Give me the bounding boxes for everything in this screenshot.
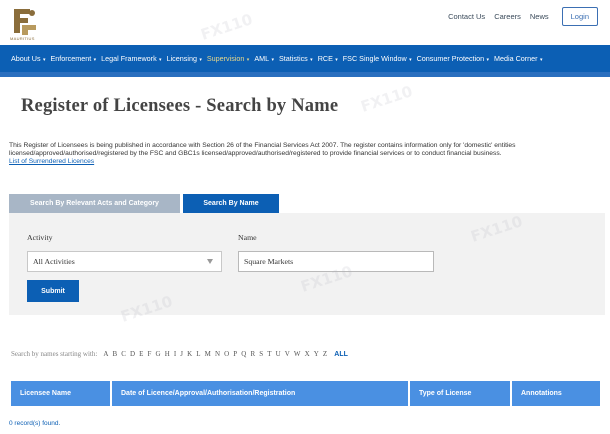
nav-item-rce[interactable]: RCE ▾ [318, 54, 338, 63]
surrendered-licences-link[interactable]: List of Surrendered Licences [9, 158, 605, 166]
letter-w-link[interactable]: W [294, 350, 301, 358]
letter-a-link[interactable]: A [103, 350, 108, 358]
letter-q-link[interactable]: Q [241, 350, 246, 358]
col-date-of-licence[interactable]: Date of Licence/Approval/Authorisation/R… [112, 381, 408, 406]
nav-item-label: Enforcement [50, 54, 92, 63]
nav-item-fsc-single-window[interactable]: FSC Single Window ▾ [343, 54, 412, 63]
nav-item-label: RCE [317, 54, 333, 63]
letter-u-link[interactable]: U [276, 350, 281, 358]
search-tabs: Search By Relevant Acts and Category Sea… [9, 194, 279, 213]
letter-b-link[interactable]: B [112, 350, 117, 358]
caret-down-icon: ▾ [407, 57, 412, 63]
caret-down-icon: ▾ [41, 57, 46, 63]
caret-down-icon: ▾ [308, 57, 313, 63]
top-links: Contact Us Careers News Login [439, 7, 598, 26]
caret-down-icon: ▾ [270, 57, 275, 63]
nav-item-media-corner[interactable]: Media Corner ▾ [494, 54, 542, 63]
logo-text: MAURITIUS [10, 36, 35, 41]
activity-select-value: All Activities [33, 257, 75, 266]
col-type-of-license[interactable]: Type of License [410, 381, 510, 406]
letter-e-link[interactable]: E [139, 350, 143, 358]
nav-item-label: FSC Single Window [342, 54, 407, 63]
tab-search-by-acts[interactable]: Search By Relevant Acts and Category [9, 194, 180, 213]
page-title: Register of Licensees - Search by Name [21, 96, 339, 116]
letter-g-link[interactable]: G [156, 350, 161, 358]
letter-m-link[interactable]: M [205, 350, 211, 358]
letter-all-link[interactable]: ALL [334, 351, 348, 358]
login-button[interactable]: Login [561, 7, 598, 26]
letter-z-link[interactable]: Z [323, 350, 327, 358]
results-table-header: Licensee Name Date of Licence/Approval/A… [11, 381, 602, 406]
breadcrumb-strip [0, 72, 610, 77]
letter-c-link[interactable]: C [121, 350, 126, 358]
letter-i-link[interactable]: I [174, 350, 176, 358]
careers-link[interactable]: Careers [494, 12, 521, 21]
name-input[interactable]: Square Markets [238, 251, 434, 272]
contact-us-link[interactable]: Contact Us [448, 12, 485, 21]
nav-item-label: Supervision [206, 54, 245, 63]
letter-n-link[interactable]: N [215, 350, 220, 358]
nav-item-label: Statistics [279, 54, 308, 63]
nav-item-statistics[interactable]: Statistics ▾ [279, 54, 313, 63]
name-label: Name [238, 233, 257, 242]
nav-item-about-us[interactable]: About Us ▾ [11, 54, 45, 63]
activity-label: Activity [27, 233, 53, 242]
letter-p-link[interactable]: P [233, 350, 237, 358]
fsc-logo-icon[interactable] [10, 5, 38, 39]
letter-x-link[interactable]: X [305, 350, 310, 358]
caret-down-icon: ▾ [197, 57, 202, 63]
nav-item-legal-framework[interactable]: Legal Framework ▾ [101, 54, 161, 63]
tab-search-by-name[interactable]: Search By Name [183, 194, 279, 213]
letter-f-link[interactable]: F [148, 350, 152, 358]
letter-j-link[interactable]: J [180, 350, 183, 358]
caret-down-icon: ▾ [92, 57, 97, 63]
caret-down-icon: ▾ [538, 57, 543, 63]
nav-item-label: AML [254, 54, 270, 63]
alphabet-prefix: Search by names starting with: [11, 350, 98, 358]
intro-paragraph: This Register of Licensees is being publ… [9, 142, 516, 158]
search-form-panel: Activity Name All Activities Square Mark… [9, 213, 605, 315]
letter-y-link[interactable]: Y [314, 350, 319, 358]
caret-down-icon: ▾ [333, 57, 338, 63]
caret-down-icon: ▾ [245, 57, 250, 63]
dropdown-arrow-icon [207, 259, 213, 264]
nav-item-label: Legal Framework [101, 54, 157, 63]
nav-item-supervision[interactable]: Supervision ▾ [207, 54, 249, 63]
letter-r-link[interactable]: R [250, 350, 255, 358]
col-licensee-name[interactable]: Licensee Name [11, 381, 110, 406]
news-link[interactable]: News [530, 12, 549, 21]
nav-item-aml[interactable]: AML ▾ [254, 54, 274, 63]
nav-item-consumer-protection[interactable]: Consumer Protection ▾ [417, 54, 489, 63]
letter-d-link[interactable]: D [130, 350, 135, 358]
records-count: 0 record(s) found. [9, 420, 61, 427]
letter-v-link[interactable]: V [285, 350, 290, 358]
nav-item-label: Media Corner [494, 54, 538, 63]
alphabet-filter: Search by names starting with: ABCDEFGHI… [11, 350, 348, 358]
letter-l-link[interactable]: L [196, 350, 200, 358]
col-annotations[interactable]: Annotations [512, 381, 600, 406]
intro-text: This Register of Licensees is being publ… [9, 142, 605, 167]
nav-item-enforcement[interactable]: Enforcement ▾ [50, 54, 96, 63]
caret-down-icon: ▾ [157, 57, 162, 63]
letter-o-link[interactable]: O [224, 350, 229, 358]
letter-h-link[interactable]: H [165, 350, 170, 358]
top-header: MAURITIUS Contact Us Careers News Login [0, 0, 610, 44]
nav-item-label: Licensing [166, 54, 197, 63]
letter-k-link[interactable]: K [187, 350, 192, 358]
letter-t-link[interactable]: T [267, 350, 271, 358]
nav-item-licensing[interactable]: Licensing ▾ [167, 54, 202, 63]
nav-item-label: Consumer Protection [416, 54, 485, 63]
caret-down-icon: ▾ [485, 57, 490, 63]
watermark: FX110 [358, 82, 415, 116]
submit-button[interactable]: Submit [27, 280, 79, 302]
letter-s-link[interactable]: S [259, 350, 263, 358]
main-nav: About Us ▾ Enforcement ▾ Legal Framework ▾… [0, 45, 610, 72]
activity-select[interactable]: All Activities [27, 251, 222, 272]
nav-item-label: About Us [11, 54, 41, 63]
